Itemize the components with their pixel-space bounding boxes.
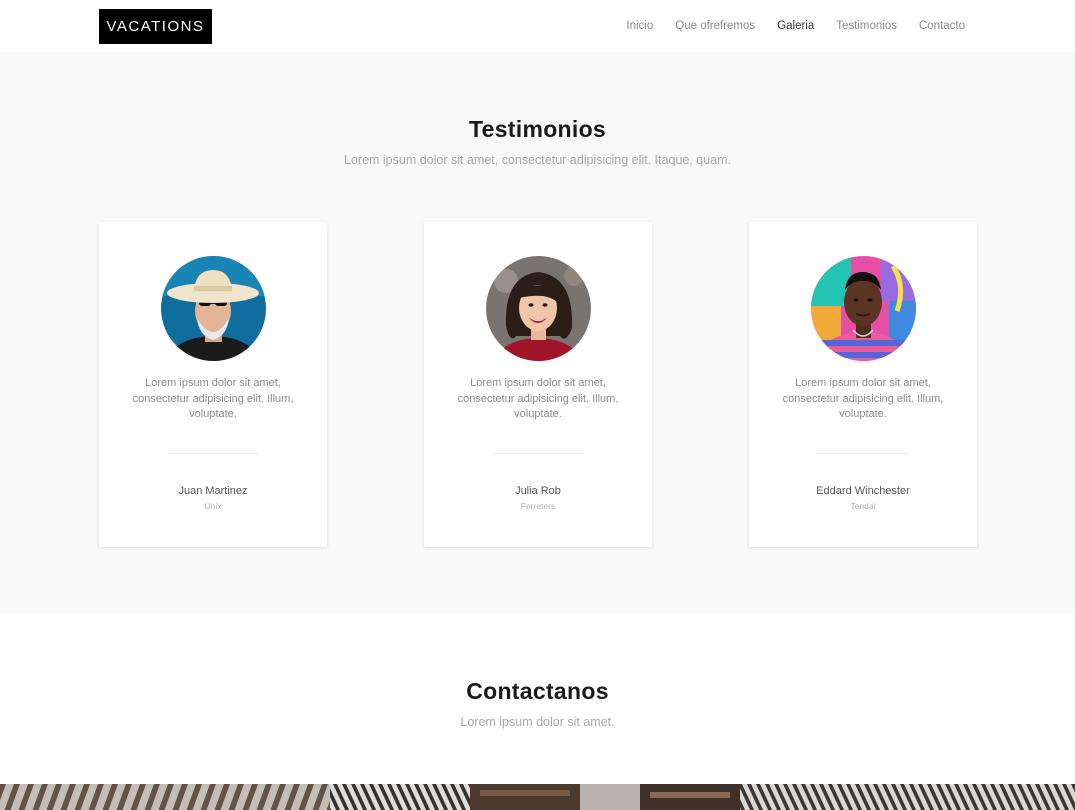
divider [817, 453, 909, 454]
avatar-julia [486, 256, 591, 361]
contact-section: Contactanos Lorem ipsum dolor sit amet. [0, 614, 1075, 784]
logo-text: VACATIONS [106, 18, 205, 35]
testimonial-role: Ferreters [520, 501, 556, 511]
nav-testimonios[interactable]: Testimonios [836, 20, 897, 32]
nav-inicio[interactable]: Inicio [626, 20, 653, 32]
testimonial-quote: Lorem ipsum dolor sit amet, consectetur … [457, 377, 619, 420]
testimonials-section: Testimonios Lorem ipsum dolor sit amet, … [0, 52, 1075, 614]
testimonial-role: Unix [204, 501, 222, 511]
contact-subtitle: Lorem ipsum dolor sit amet. [460, 715, 615, 729]
contact-title: Contactanos [466, 678, 609, 704]
site-header: VACATIONS Inicio Que ofrefremos Galeria … [0, 0, 1075, 52]
nav-contacto[interactable]: Contacto [919, 20, 965, 32]
avatar-eddard [811, 256, 916, 361]
nav-que-ofrecemos[interactable]: Que ofrefremos [675, 20, 755, 32]
testimonial-quote: Lorem ipsum dolor sit amet, consectetur … [782, 377, 944, 420]
testimonial-name: Eddard Winchester [816, 485, 910, 497]
testimonial-card: Lorem ipsum dolor sit amet, consectetur … [749, 222, 977, 547]
testimonials-subtitle: Lorem ipsum dolor sit amet, consectetur … [344, 153, 731, 167]
logo[interactable]: VACATIONS [99, 9, 212, 44]
testimonial-name: Julia Rob [515, 485, 561, 497]
main-nav: Inicio Que ofrefremos Galeria Testimonio… [604, 0, 965, 52]
nav-galeria[interactable]: Galeria [777, 20, 814, 32]
testimonial-name: Juan Martinez [178, 485, 248, 497]
testimonial-quote: Lorem ipsum dolor sit amet, consectetur … [132, 377, 294, 420]
testimonial-card: Lorem ipsum dolor sit amet, consectetur … [99, 222, 327, 547]
divider [492, 453, 584, 454]
divider [167, 453, 259, 454]
testimonial-role: Tendai [850, 501, 876, 511]
testimonial-card: Lorem ipsum dolor sit amet, consectetur … [424, 222, 652, 547]
contact-background-image [0, 784, 1075, 810]
testimonials-title: Testimonios [468, 116, 607, 142]
avatar-juan [161, 256, 266, 361]
